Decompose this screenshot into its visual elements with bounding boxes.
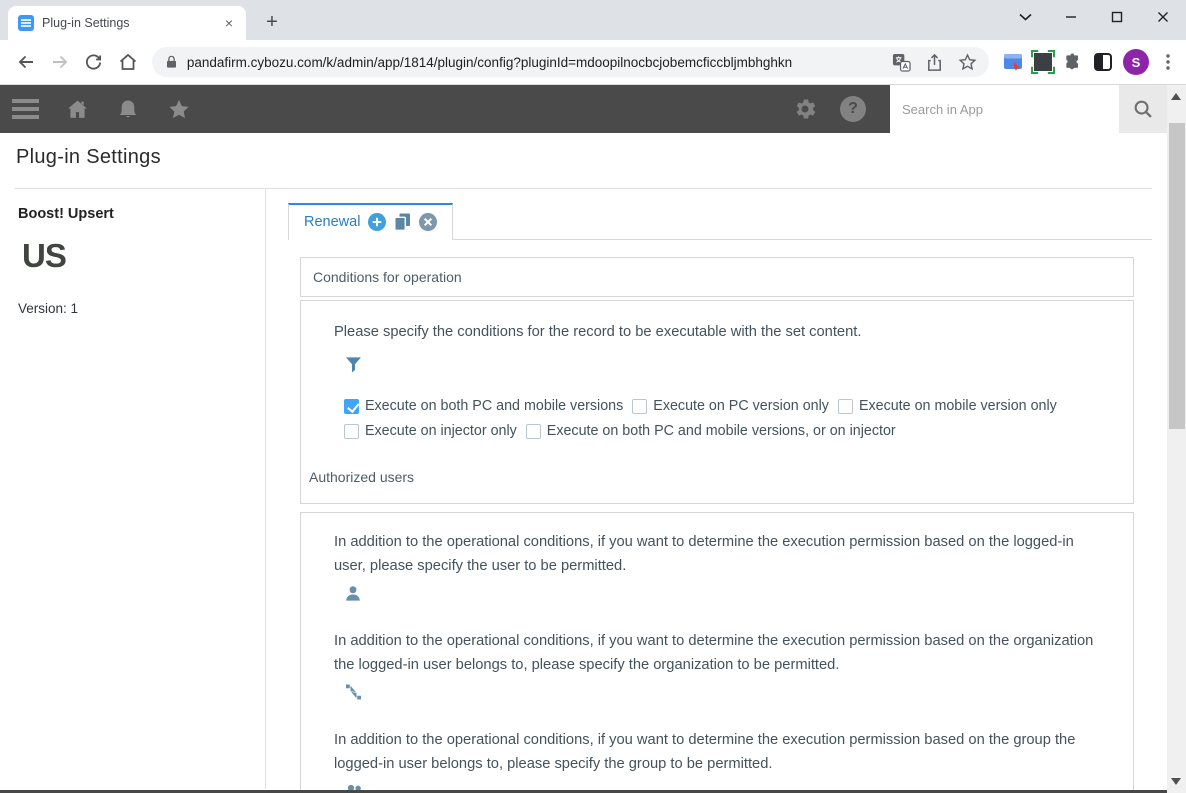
checkbox-box-icon[interactable] [344,423,359,439]
browser-titlebar: Plug-in Settings × + [0,0,1186,40]
profile-avatar[interactable]: S [1123,49,1150,75]
conditions-section: Please specify the conditions for the re… [300,300,1134,504]
address-bar[interactable]: pandafirm.cybozu.com/k/admin/app/1814/pl… [151,47,990,77]
user-icon[interactable] [344,584,362,603]
reload-icon[interactable] [78,46,110,78]
close-tab-icon[interactable]: × [220,14,238,32]
lock-icon [166,55,176,68]
settings-gear-icon[interactable] [792,96,818,122]
back-icon[interactable] [10,46,42,78]
page-title: Plug-in Settings [16,146,161,168]
portal-home-icon[interactable] [65,97,90,122]
scrollbar-down-arrow-icon[interactable] [1171,778,1181,785]
share-icon[interactable] [925,53,944,72]
tab-renewal-label: Renewal [304,214,361,230]
conditions-description: Please specify the conditions for the re… [334,324,862,340]
browser-menu-kebab-icon[interactable] [1160,53,1176,71]
extension-panel-icon[interactable] [1003,52,1023,72]
plugin-logo: US [22,237,67,274]
checkbox-pc-only[interactable]: Execute on PC version only [632,395,829,417]
bookmark-star-icon[interactable] [958,52,977,72]
window-menu-chevron-icon[interactable] [1002,0,1048,34]
new-tab-button[interactable]: + [258,8,286,36]
authorized-users-paragraph: In addition to the operational condition… [334,530,1113,603]
extension-darkmode-icon[interactable] [1094,53,1113,71]
page-scrollbar[interactable] [1167,85,1186,793]
window-minimize-button[interactable] [1048,0,1094,34]
section-header-conditions: Conditions for operation [300,257,1134,297]
window-close-button[interactable] [1140,0,1186,34]
app-search-input[interactable] [890,85,1119,133]
app-search-button[interactable] [1119,85,1167,133]
checkbox-pc-and-mobile[interactable]: Execute on both PC and mobile versions [344,395,623,417]
checkbox-mobile-only[interactable]: Execute on mobile version only [837,395,1057,417]
config-tab-bar: Renewal [288,203,1152,240]
url-text[interactable]: pandafirm.cybozu.com/k/admin/app/1814/pl… [187,55,884,70]
checkbox-box-icon[interactable] [525,423,541,439]
scrollbar-thumb[interactable] [1168,123,1185,429]
extension-capture-icon[interactable] [1034,53,1053,71]
plugin-name: Boost! Upsert [18,206,114,222]
checkbox-pc-mobile-or-injector[interactable]: Execute on both PC and mobile versions, … [525,420,896,442]
browser-toolbar: pandafirm.cybozu.com/k/admin/app/1814/pl… [0,40,1186,85]
favorites-star-icon[interactable] [166,97,192,122]
authorized-users-paragraph: In addition to the operational condition… [334,629,1113,702]
add-tab-icon[interactable] [368,213,387,231]
app-header: ? [0,85,1167,133]
menu-hamburger-icon[interactable] [12,95,39,124]
plugin-info-sidebar: Boost! Upsert US Version: 1 [0,189,266,789]
extensions-puzzle-icon[interactable] [1063,52,1083,72]
forward-icon[interactable] [44,46,76,78]
browser-tab[interactable]: Plug-in Settings × [8,6,246,40]
authorized-users-section: In addition to the operational condition… [300,512,1134,793]
filter-icon[interactable] [344,355,363,374]
delete-tab-icon[interactable] [419,213,438,231]
home-icon[interactable] [112,46,144,78]
authorized-users-paragraph: In addition to the operational condition… [334,728,1113,793]
translate-icon[interactable] [892,53,911,72]
app-favicon-icon [18,15,34,31]
plugin-version: Version: 1 [18,301,79,316]
scrollbar-up-arrow-icon[interactable] [1171,93,1181,100]
browser-tab-title: Plug-in Settings [42,16,130,30]
search-magnifier-icon [1134,100,1152,118]
checkbox-box-icon[interactable] [837,398,853,414]
checkbox-box-icon[interactable] [344,398,359,414]
notifications-bell-icon[interactable] [116,97,140,122]
window-maximize-button[interactable] [1094,0,1140,34]
plugin-settings-page: Plug-in Settings Boost! Upsert US Versio… [0,133,1167,793]
help-icon[interactable]: ? [840,96,866,122]
duplicate-tab-icon[interactable] [394,213,411,231]
plugin-config-main: Renewal Conditions for operation Please … [266,189,1167,793]
checkbox-box-icon[interactable] [632,398,648,414]
execution-condition-checkboxes: Execute on both PC and mobile versions E… [344,395,1113,442]
section-header-authorized-users: Authorized users [309,469,415,485]
checkbox-injector-only[interactable]: Execute on injector only [344,420,517,442]
organization-icon[interactable] [344,683,363,701]
tab-renewal[interactable]: Renewal [288,203,454,240]
